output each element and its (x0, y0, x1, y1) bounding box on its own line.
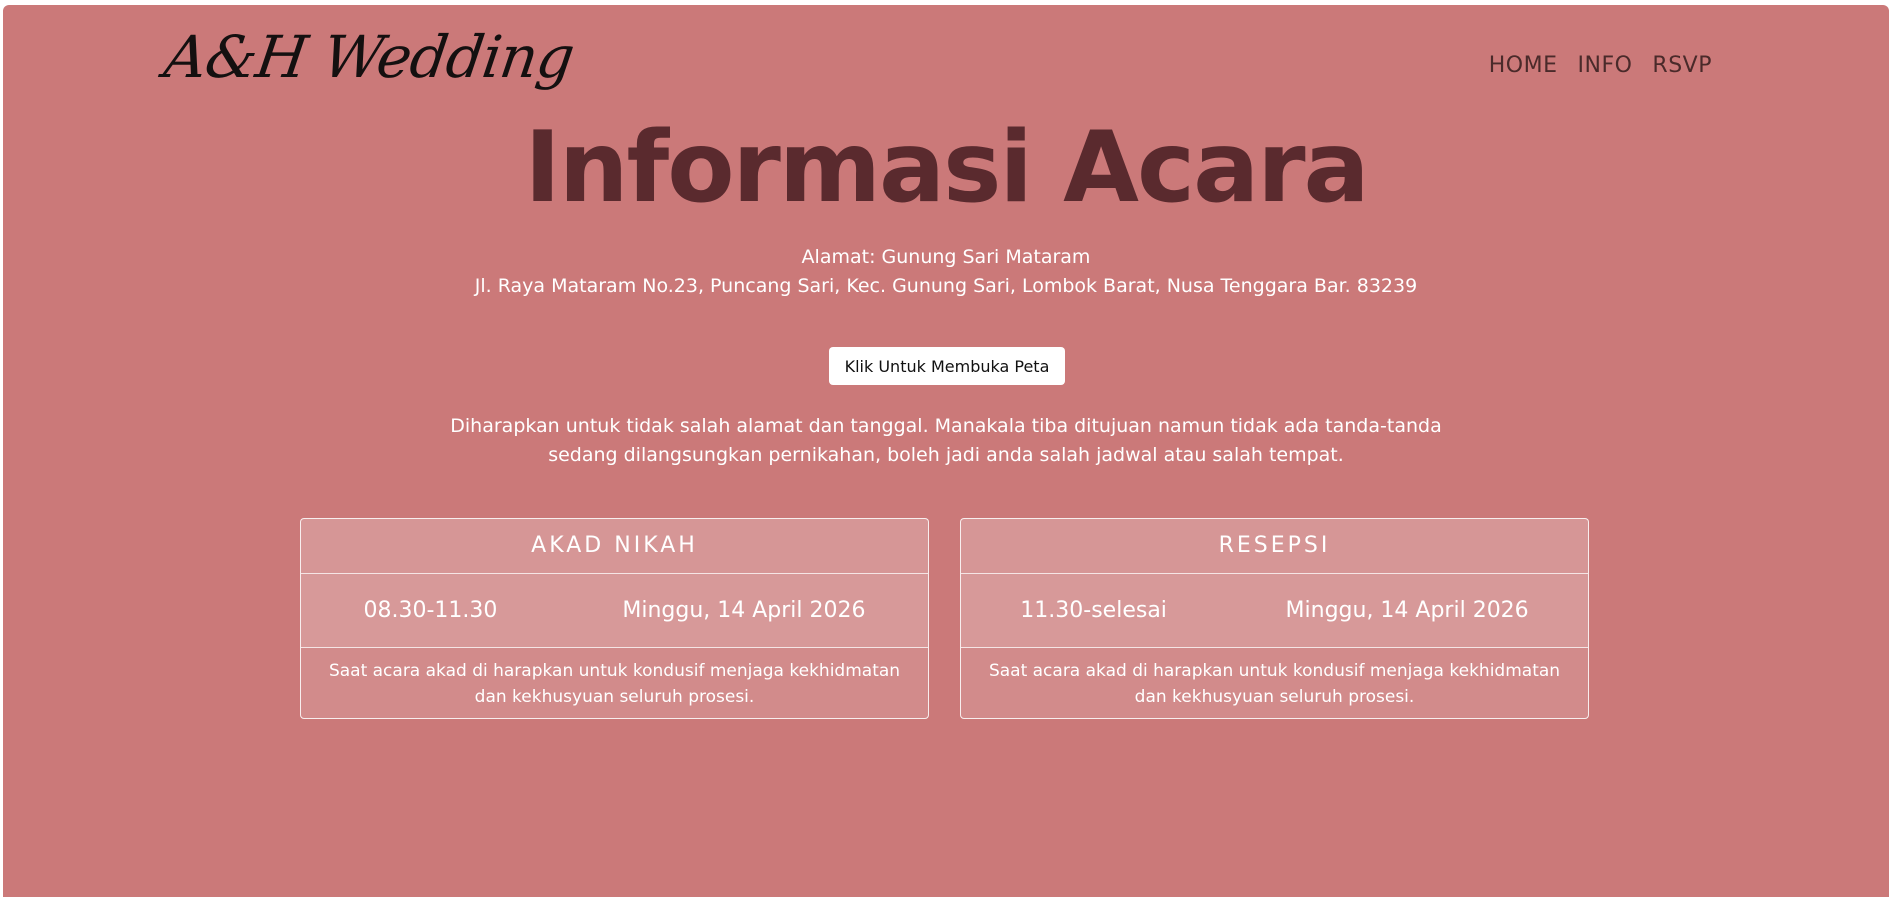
event-card-akad: AKAD NIKAH 08.30-11.30 Minggu, 14 April … (300, 518, 929, 719)
nav-rsvp-link[interactable]: RSVP (1652, 53, 1712, 78)
event-description: Saat acara akad di harapkan untuk kondus… (328, 661, 901, 707)
open-map-button[interactable]: Klik Untuk Membuka Peta (829, 347, 1065, 385)
event-time: 11.30-selesai (1020, 598, 1167, 623)
page-title: Informasi Acara (524, 111, 1369, 225)
page-frame: A&H Wedding HOME INFO RSVP Informasi Aca… (3, 5, 1889, 897)
address-line-2: Jl. Raya Mataram No.23, Puncang Sari, Ke… (474, 275, 1418, 297)
nav-home-link[interactable]: HOME (1489, 53, 1558, 78)
site-logo[interactable]: A&H Wedding (160, 23, 578, 91)
event-time: 08.30-11.30 (363, 598, 498, 623)
event-card-resepsi: RESEPSI 11.30-selesai Minggu, 14 April 2… (960, 518, 1589, 719)
nav-info-link[interactable]: INFO (1578, 53, 1633, 78)
event-card-title: AKAD NIKAH (301, 519, 928, 574)
event-date: Minggu, 14 April 2026 (1285, 598, 1529, 623)
address-block: Alamat: Gunung Sari Mataram Jl. Raya Mat… (3, 243, 1889, 301)
event-card-schedule: 11.30-selesai Minggu, 14 April 2026 (961, 574, 1588, 648)
event-card-title: RESEPSI (961, 519, 1588, 574)
address-line-1: Alamat: Gunung Sari Mataram (801, 246, 1091, 268)
event-description: Saat acara akad di harapkan untuk kondus… (988, 661, 1561, 707)
event-card-schedule: 08.30-11.30 Minggu, 14 April 2026 (301, 574, 928, 648)
event-date: Minggu, 14 April 2026 (622, 598, 866, 623)
notice-text: Diharapkan untuk tidak salah alamat dan … (450, 415, 1442, 466)
main-nav: HOME INFO RSVP (1489, 53, 1712, 78)
